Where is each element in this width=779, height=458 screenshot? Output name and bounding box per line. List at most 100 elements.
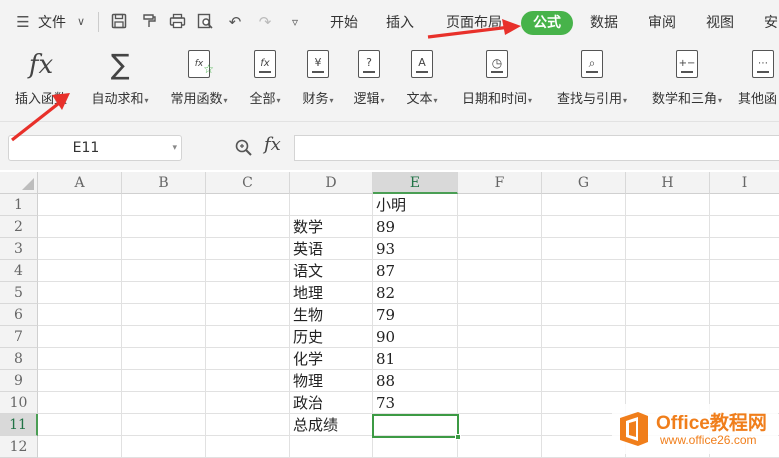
print-preview-icon[interactable] — [196, 13, 214, 31]
zoom-search-icon[interactable] — [234, 138, 254, 162]
text-button[interactable]: A 文本▾ — [401, 50, 443, 112]
dropdown-caret-icon: ▾ — [144, 96, 149, 105]
column-header[interactable]: C — [206, 172, 290, 194]
dropdown-caret-icon: ▾ — [433, 96, 438, 105]
menu-bar: ☰ 文件 ∨ ↶ ↷ ▿ 开始 插入 页面布局 公式 数据 审阅 视图 安 — [0, 0, 779, 46]
row-header[interactable]: 1 — [0, 194, 38, 216]
cell-e2[interactable]: 89 — [373, 216, 395, 238]
cell-e3[interactable]: 93 — [373, 238, 395, 260]
math-icon: +− — [676, 50, 698, 78]
row-header[interactable]: 10 — [0, 392, 38, 414]
row-header[interactable]: 9 — [0, 370, 38, 392]
finance-label: 财务 — [302, 92, 329, 107]
row-header[interactable]: 12 — [0, 436, 38, 458]
column-header-selected[interactable]: E — [373, 172, 458, 194]
tab-insert[interactable]: 插入 — [386, 11, 414, 35]
tab-data[interactable]: 数据 — [590, 11, 618, 35]
cell-e9[interactable]: 88 — [373, 370, 395, 392]
row-header[interactable]: 6 — [0, 304, 38, 326]
math-trig-button[interactable]: +− 数学和三角▾ — [645, 50, 729, 112]
chevron-down-icon[interactable]: ▾ — [172, 136, 177, 160]
dropdown-caret-icon: ▾ — [223, 96, 228, 105]
lookup-reference-label: 查找与引用 — [556, 92, 622, 107]
formula-input[interactable] — [294, 135, 779, 161]
column-header[interactable]: A — [38, 172, 122, 194]
cell-d10[interactable]: 政治 — [290, 392, 323, 414]
dropdown-caret-icon: ▾ — [276, 96, 281, 105]
cell-e10[interactable]: 73 — [373, 392, 395, 414]
cell-d11[interactable]: 总成绩 — [290, 414, 338, 436]
column-header[interactable]: I — [710, 172, 779, 194]
autosum-button[interactable]: ∑ 自动求和▾ — [84, 50, 156, 112]
row-header[interactable]: 3 — [0, 238, 38, 260]
row-header[interactable]: 8 — [0, 348, 38, 370]
dropdown-caret-icon: ▾ — [623, 96, 628, 105]
tab-security[interactable]: 安 — [764, 11, 778, 35]
cell-e6[interactable]: 79 — [373, 304, 395, 326]
watermark-url: www.office26.com — [660, 433, 757, 447]
cell-d6[interactable]: 生物 — [290, 304, 323, 326]
column-header[interactable]: B — [122, 172, 206, 194]
column-header[interactable]: D — [290, 172, 373, 194]
cell-e8[interactable]: 81 — [373, 348, 395, 370]
row-header[interactable]: 2 — [0, 216, 38, 238]
print-icon[interactable] — [168, 13, 186, 31]
save-icon[interactable] — [110, 13, 128, 31]
other-functions-button[interactable]: ⋯ 其他函 — [738, 50, 779, 112]
name-box[interactable]: E11 ▾ — [8, 135, 182, 161]
datetime-button[interactable]: ◷ 日期和时间▾ — [455, 50, 539, 112]
cell-d9[interactable]: 物理 — [290, 370, 323, 392]
other-functions-icon: ⋯ — [752, 50, 774, 78]
tab-page-layout[interactable]: 页面布局 — [446, 11, 502, 35]
dropdown-caret-icon: ▾ — [380, 96, 385, 105]
text-icon: A — [411, 50, 433, 78]
fx-icon[interactable]: fx — [264, 134, 281, 155]
column-header[interactable]: H — [626, 172, 710, 194]
insert-function-button[interactable]: fx 插入函数 — [10, 50, 72, 112]
chevron-down-icon[interactable]: ∨ — [72, 13, 90, 31]
format-painter-icon[interactable] — [140, 13, 158, 31]
insert-function-label: 插入函数 — [14, 92, 67, 107]
row-header[interactable]: 5 — [0, 282, 38, 304]
datetime-label: 日期和时间 — [461, 92, 527, 107]
fx-icon: fx — [28, 50, 54, 80]
other-functions-label: 其他函 — [738, 92, 778, 107]
row-header[interactable]: 7 — [0, 326, 38, 348]
fill-handle[interactable] — [455, 434, 461, 440]
logic-button[interactable]: ? 逻辑▾ — [348, 50, 390, 112]
cell-e1[interactable]: 小明 — [373, 194, 406, 216]
cell-d3[interactable]: 英语 — [290, 238, 323, 260]
cell-d7[interactable]: 历史 — [290, 326, 323, 348]
undo-icon[interactable]: ↶ — [226, 13, 244, 31]
column-header[interactable]: F — [458, 172, 542, 194]
cell-d4[interactable]: 语文 — [290, 260, 323, 282]
hamburger-icon[interactable]: ☰ — [14, 13, 32, 31]
cell-d2[interactable]: 数学 — [290, 216, 323, 238]
cell-e5[interactable]: 82 — [373, 282, 395, 304]
row-header-selected[interactable]: 11 — [0, 414, 38, 436]
common-functions-label: 常用函数 — [170, 92, 223, 107]
clock-icon: ◷ — [486, 50, 508, 78]
file-menu[interactable]: 文件 — [38, 11, 66, 35]
cell-d5[interactable]: 地理 — [290, 282, 323, 304]
customize-toolbar-icon[interactable]: ▿ — [286, 13, 304, 31]
row-header[interactable]: 4 — [0, 260, 38, 282]
finance-button[interactable]: ¥ 财务▾ — [297, 50, 339, 112]
all-functions-button[interactable]: fx 全部▾ — [244, 50, 286, 112]
common-functions-button[interactable]: fx ☆ 常用函数▾ — [164, 50, 234, 112]
formulas-ribbon: fx 插入函数 ∑ 自动求和▾ fx ☆ 常用函数▾ fx 全部▾ ¥ 财务▾ ?… — [0, 46, 779, 122]
dropdown-caret-icon: ▾ — [528, 96, 533, 105]
redo-icon[interactable]: ↷ — [256, 13, 274, 31]
tab-formulas[interactable]: 公式 — [521, 11, 573, 35]
tab-home[interactable]: 开始 — [330, 11, 358, 35]
logic-icon: ? — [358, 50, 380, 78]
cell-e4[interactable]: 87 — [373, 260, 395, 282]
column-header[interactable]: G — [542, 172, 626, 194]
select-all-corner[interactable] — [0, 172, 38, 194]
tab-view[interactable]: 视图 — [706, 11, 734, 35]
selected-cell-e11[interactable] — [372, 414, 461, 440]
lookup-reference-button[interactable]: ⌕ 查找与引用▾ — [550, 50, 634, 112]
cell-d8[interactable]: 化学 — [290, 348, 323, 370]
cell-e7[interactable]: 90 — [373, 326, 395, 348]
tab-review[interactable]: 审阅 — [648, 11, 676, 35]
